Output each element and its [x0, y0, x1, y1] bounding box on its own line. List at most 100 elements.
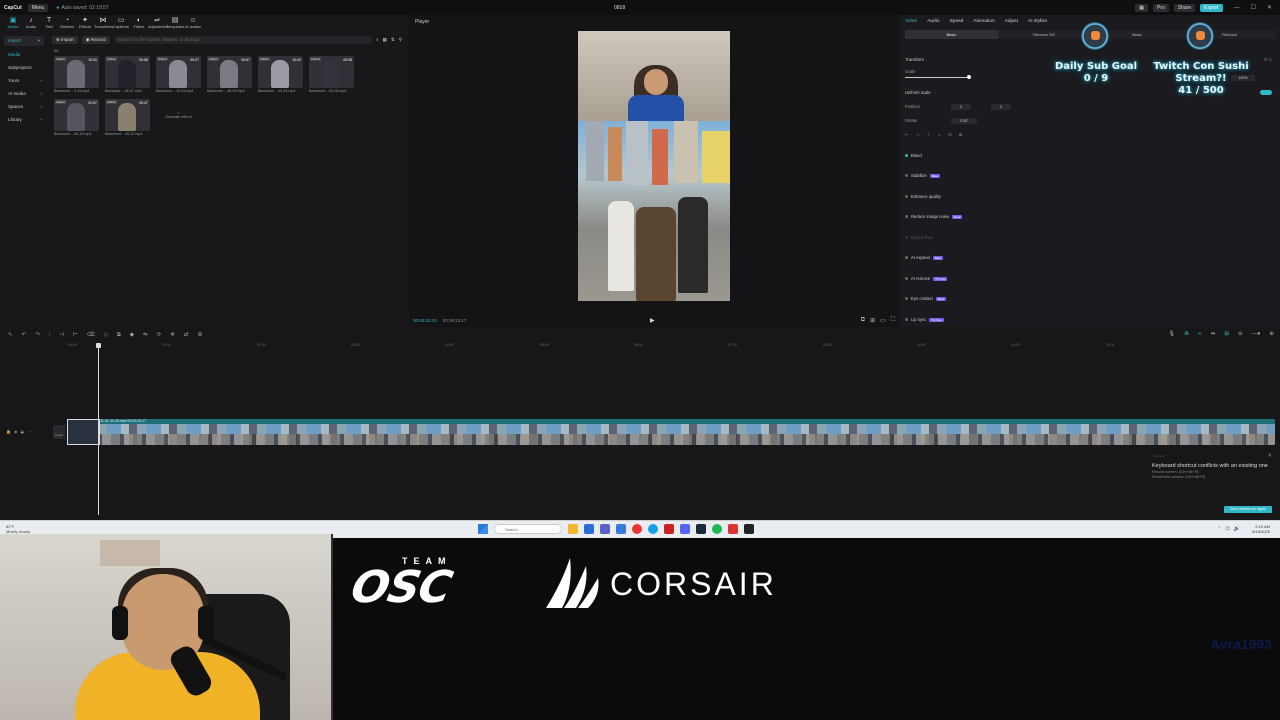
rotate-icon[interactable]: ⟳: [157, 332, 162, 338]
app-icon[interactable]: [728, 524, 738, 534]
feature-lip-sync[interactable]: Lip sync Try free: [905, 317, 944, 322]
chrome-icon[interactable]: [632, 524, 642, 534]
link-icon[interactable]: ∞: [1198, 331, 1202, 337]
sidebar-item-media[interactable]: Media: [0, 48, 48, 61]
select-icon[interactable]: ↖: [8, 332, 13, 338]
magnet-icon[interactable]: ⋒: [1184, 331, 1189, 337]
sidebar-item-subprojects[interactable]: Subprojects: [0, 61, 48, 74]
position-x-input[interactable]: 0: [951, 104, 971, 110]
tab-video[interactable]: Video: [905, 19, 917, 24]
tab-animation[interactable]: Animation: [973, 19, 994, 24]
weather-widget[interactable]: 82°F Mostly cloudy: [6, 524, 30, 534]
media-clip[interactable]: Added 09:47 Basement ...45-12.mp4: [105, 99, 150, 136]
mic-icon[interactable]: 🎙: [1168, 331, 1175, 337]
chevron-up-icon[interactable]: ⌃: [1217, 526, 1221, 532]
split-right-icon[interactable]: ⊢: [73, 332, 78, 338]
generate-ai-button[interactable]: ✧ Generate with AI: [156, 99, 201, 131]
media-clip[interactable]: Added 09:27 Backroom ...13-43.mp4: [156, 56, 201, 93]
timeline-ruler[interactable]: 00:00 01:00 02:00 03:00 04:00 05:00 06:0…: [62, 343, 1280, 349]
reverse-icon[interactable]: ⇄: [184, 332, 189, 338]
mail-icon[interactable]: [616, 524, 626, 534]
adjust-icon[interactable]: ⚙: [197, 332, 202, 338]
tool-templates[interactable]: ▤ Templates: [166, 15, 184, 33]
grid-view-icon[interactable]: ▦: [383, 37, 387, 43]
network-icon[interactable]: ⌬: [1225, 526, 1229, 532]
pro-button[interactable]: Pro: [1153, 3, 1169, 12]
sidebar-item-spaces[interactable]: Spaces ›: [0, 100, 48, 113]
feature-ai-expand[interactable]: AI expand Beta: [905, 255, 944, 260]
media-clip[interactable]: Added 02:57 Backroom ...46-19.mp4: [54, 99, 99, 136]
feature-eye-contact[interactable]: Eye contact Beta: [905, 296, 947, 301]
feature-stabilize[interactable]: Stabilize Beta: [905, 173, 940, 178]
taskbar-search[interactable]: Search: [494, 524, 562, 534]
fullscreen-icon[interactable]: ⛶: [891, 317, 895, 324]
system-clock[interactable]: 2:19 AM 8/18/2025: [1252, 524, 1270, 534]
sidebar-item-ai-media[interactable]: AI media ›: [0, 87, 48, 100]
video-track-clip[interactable]: Backpack 2025-08-11 01-43-49.mp4 00:09:2…: [67, 419, 1275, 445]
edge-icon[interactable]: [584, 524, 594, 534]
feature-ai-remove[interactable]: AI remove Try free: [905, 276, 948, 281]
undo-icon[interactable]: ↶: [22, 332, 27, 338]
dont-remind-button[interactable]: Don't remind me again: [1224, 506, 1272, 513]
align-icons[interactable]: ⊢ ⊣ ⊤ ⊥ ⊟ ⊠: [905, 132, 965, 137]
capcut-icon[interactable]: [744, 524, 754, 534]
media-search-input[interactable]: Search for file names, shapes, or dialog…: [113, 35, 373, 44]
sidebar-import[interactable]: Import ▾: [4, 36, 44, 46]
tool-adjustment[interactable]: ⇌ Adjustment: [148, 15, 168, 33]
delete-icon[interactable]: ⌫: [87, 332, 95, 338]
tab-speed[interactable]: Speed: [949, 19, 963, 24]
minimize-icon[interactable]: —: [1234, 5, 1240, 11]
zoom-in-icon[interactable]: ⊕: [1269, 331, 1274, 337]
media-clip[interactable]: Added 05:08 Backroom ...03-05.mp4: [309, 56, 354, 93]
record-button[interactable]: ◉ Record: [81, 35, 110, 44]
filter-icon[interactable]: ⚲: [399, 37, 402, 43]
feature-reduce-noise[interactable]: Reduce image noise Beta: [905, 214, 963, 219]
mute-icon[interactable]: 🔈: [20, 429, 25, 434]
toast-close-icon[interactable]: ✕: [1267, 453, 1272, 459]
sort-icon[interactable]: ⇅: [391, 37, 395, 43]
media-clip[interactable]: Added 10:00 Basement ...0-43.mp4: [54, 56, 99, 93]
tab-audio[interactable]: Audio: [927, 19, 939, 24]
obs-icon[interactable]: [664, 524, 674, 534]
media-clip[interactable]: Added 10:00 Backroom ...49-31.mp4: [258, 56, 303, 93]
tool-filters[interactable]: ◐ Filters: [130, 15, 148, 33]
uniform-scale-toggle[interactable]: [1260, 90, 1272, 95]
feature-blend[interactable]: Blend: [905, 153, 922, 158]
search-icon[interactable]: ⌕: [376, 37, 379, 42]
video-preview[interactable]: [578, 31, 730, 301]
layout-icon[interactable]: ▦: [1135, 3, 1148, 12]
keyframe-icon[interactable]: ◆: [130, 332, 134, 338]
sidebar-item-library[interactable]: Library ›: [0, 113, 48, 126]
steam-icon[interactable]: [696, 524, 706, 534]
redo-icon[interactable]: ↷: [35, 332, 40, 338]
ratio-icon[interactable]: ▭: [880, 317, 886, 324]
cover-button[interactable]: Cover: [53, 425, 65, 439]
playhead[interactable]: [96, 343, 101, 515]
split-icon[interactable]: ⫶: [49, 332, 50, 339]
more-icon[interactable]: ⋯: [28, 429, 32, 434]
subtab-basic[interactable]: Basic: [905, 30, 998, 39]
media-clip[interactable]: Added 09:57 Backroom ...46-29.mp4: [207, 56, 252, 93]
preview-axis-icon[interactable]: ⇹: [1211, 331, 1216, 337]
scale-slider[interactable]: [905, 77, 969, 78]
selected-clip[interactable]: [67, 419, 100, 445]
tool-text[interactable]: T Text: [40, 15, 58, 33]
share-button[interactable]: Share: [1173, 3, 1196, 12]
filter-label[interactable]: All: [54, 48, 58, 53]
zoom-slider[interactable]: —●: [1252, 331, 1261, 337]
subtab-remove-bg[interactable]: Remove BG: [998, 30, 1091, 39]
close-icon[interactable]: ✕: [1267, 4, 1272, 11]
tool-captions[interactable]: ▭ Captions: [112, 15, 130, 33]
volume-icon[interactable]: 🔊: [1234, 526, 1240, 532]
freeze-icon[interactable]: ❄: [170, 332, 175, 338]
export-button[interactable]: Export: [1200, 3, 1223, 12]
scale-knob[interactable]: [967, 75, 971, 79]
maximize-icon[interactable]: ☐: [1251, 4, 1256, 11]
teams-icon[interactable]: [600, 524, 610, 534]
split-left-icon[interactable]: ⊣: [59, 332, 64, 338]
discord-icon[interactable]: [680, 524, 690, 534]
marker-icon[interactable]: ◇: [104, 332, 108, 338]
position-y-input[interactable]: 0: [991, 104, 1011, 110]
crop-icon[interactable]: ⧉: [861, 317, 865, 324]
tool-stickers[interactable]: ◔ Stickers: [58, 15, 76, 33]
